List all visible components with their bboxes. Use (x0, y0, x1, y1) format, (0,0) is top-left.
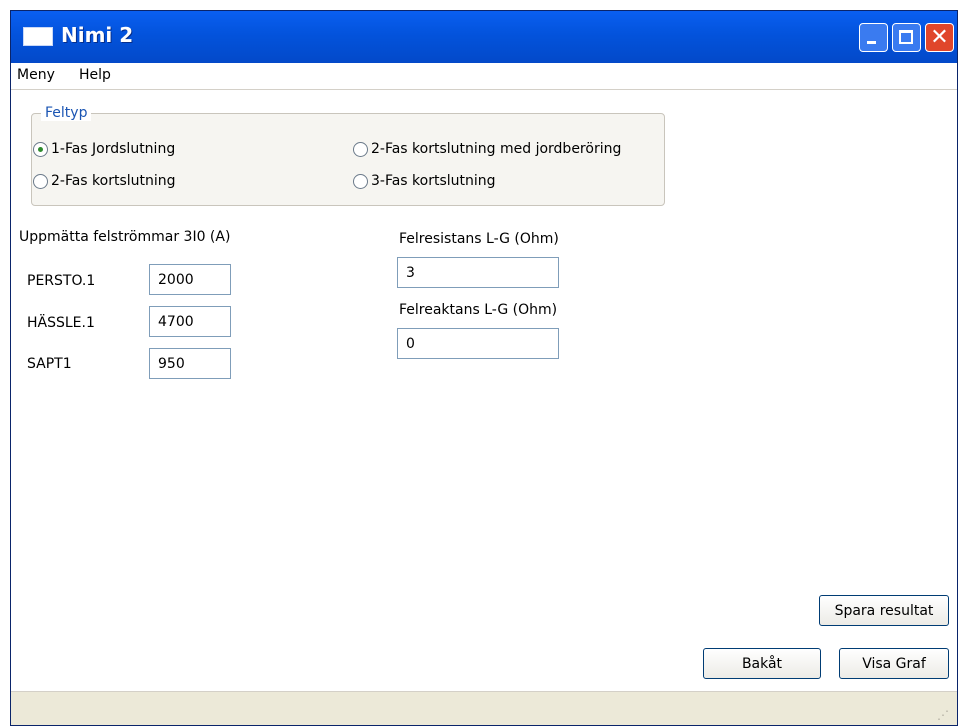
feltyp-group (31, 113, 665, 206)
minimize-button[interactable] (859, 23, 888, 52)
radio-2fas-kortslutning[interactable]: 2-Fas kortslutning (33, 173, 176, 189)
resize-grip-icon[interactable]: ⋰ (937, 708, 951, 722)
feltyp-group-title: Feltyp (41, 105, 92, 121)
radio-label: 2-Fas kortslutning (51, 173, 176, 189)
current-input-sapt1[interactable] (149, 348, 231, 379)
radio-unselected-icon (353, 141, 368, 157)
title-bar[interactable]: Nimi 2 ✕ (11, 11, 957, 63)
window-icon (23, 27, 53, 46)
current-label-sapt1: SAPT1 (27, 356, 72, 372)
maximize-icon (899, 30, 913, 44)
maximize-button[interactable] (892, 23, 921, 52)
current-label-hassle: HÄSSLE.1 (27, 315, 95, 331)
radio-unselected-icon (353, 173, 368, 189)
radio-unselected-icon (33, 173, 48, 189)
menu-bar: Meny Help (11, 63, 957, 90)
radio-selected-icon (33, 141, 48, 157)
close-icon: ✕ (930, 25, 949, 50)
current-input-persto[interactable] (149, 264, 231, 295)
radio-3fas-kortslutning[interactable]: 3-Fas kortslutning (353, 173, 496, 189)
menu-meny[interactable]: Meny (17, 67, 55, 83)
radio-label: 2-Fas kortslutning med jordberöring (371, 141, 622, 157)
window-title: Nimi 2 (61, 23, 134, 47)
menu-help[interactable]: Help (79, 67, 111, 83)
reactance-label: Felreaktans L-G (Ohm) (399, 302, 558, 318)
radio-2fas-kortslutning-jord[interactable]: 2-Fas kortslutning med jordberöring (353, 141, 621, 157)
radio-1fas-jordslutning[interactable]: 1-Fas Jordslutning (33, 141, 175, 157)
minimize-icon (867, 41, 876, 44)
status-bar: ⋰ (11, 691, 957, 725)
close-button[interactable]: ✕ (925, 23, 954, 52)
radio-label: 3-Fas kortslutning (371, 173, 496, 189)
radio-label: 1-Fas Jordslutning (51, 141, 176, 157)
app-window: Nimi 2 ✕ Meny Help Feltyp 1-Fas Jordslut… (10, 10, 958, 726)
currents-heading: Uppmätta felströmmar 3I0 (A) (19, 229, 231, 245)
resistance-input[interactable] (397, 257, 559, 288)
show-graph-button[interactable]: Visa Graf (839, 648, 949, 679)
save-result-button[interactable]: Spara resultat (819, 595, 949, 626)
back-button[interactable]: Bakåt (703, 648, 821, 679)
reactance-input[interactable] (397, 328, 559, 359)
current-input-hassle[interactable] (149, 306, 231, 337)
current-label-persto: PERSTO.1 (27, 273, 96, 289)
resistance-label: Felresistans L-G (Ohm) (399, 231, 559, 247)
